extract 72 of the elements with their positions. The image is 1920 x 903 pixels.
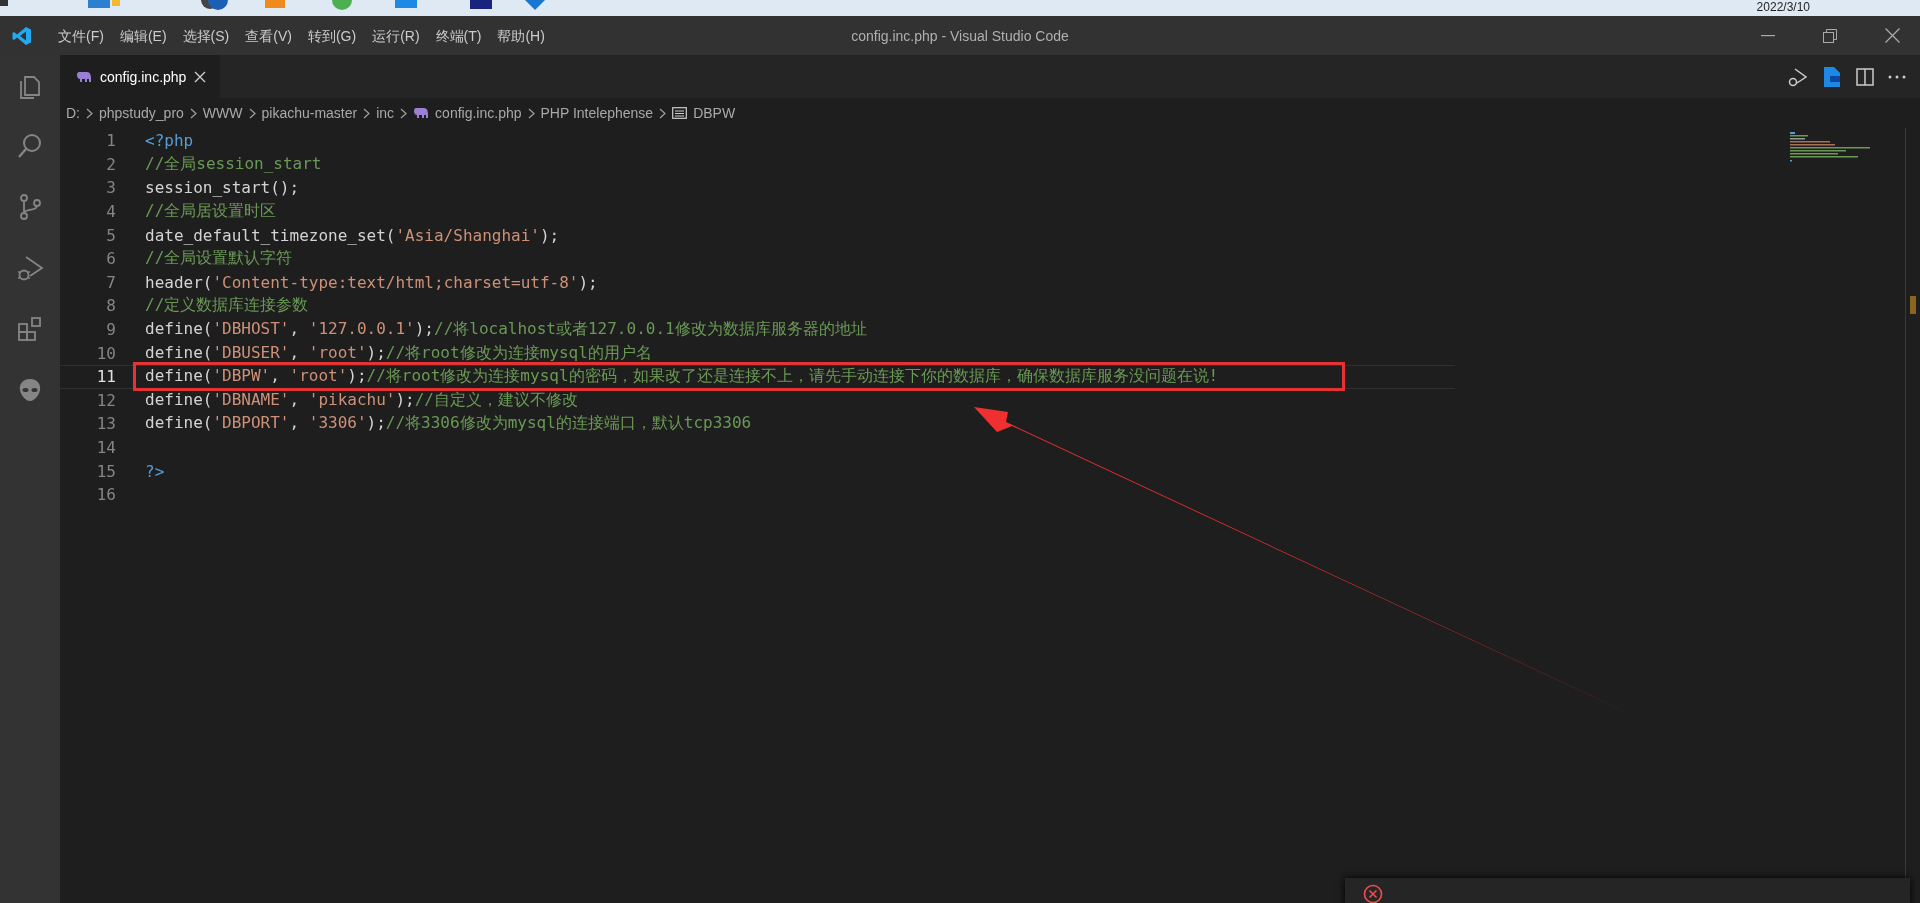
file-icon[interactable]	[1822, 65, 1842, 88]
line-number: 2	[105, 154, 117, 174]
menu-item[interactable]: 查看(V)	[237, 23, 300, 48]
code-line: //全局设置默认字符	[145, 248, 293, 270]
minimize-icon[interactable]	[1761, 34, 1775, 37]
elephant-icon	[76, 70, 92, 83]
close-icon[interactable]	[194, 70, 207, 83]
line-number: 1	[105, 131, 117, 151]
breadcrumb-item[interactable]: D:	[66, 105, 80, 121]
chevron-icon	[189, 107, 197, 119]
code-line: session_start();	[145, 178, 300, 198]
breadcrumb-item[interactable]: inc	[376, 105, 395, 121]
line-number: 15	[95, 461, 117, 481]
code-line: date_default_timezone_set('Asia/Shanghai');	[145, 225, 560, 245]
menu-item[interactable]: 编辑(E)	[111, 23, 175, 48]
code-line: //全局session_start	[145, 153, 322, 175]
line-number: 13	[95, 414, 117, 434]
code-line: //全局居设置时区	[145, 201, 277, 223]
menu-item[interactable]: 运行(R)	[364, 23, 428, 48]
line-number: 3	[105, 178, 117, 198]
breadcrumb-item[interactable]: PHP Intelephense	[540, 105, 654, 121]
code-editor-logo-icon	[12, 25, 32, 46]
error-icon	[1363, 884, 1383, 903]
search-icon[interactable]	[16, 132, 44, 160]
menu-item[interactable]: 文件(F)	[50, 23, 112, 48]
breadcrumb-item[interactable]: WWW	[202, 105, 243, 121]
code-line: header('Content-type:text/html;charset=utf-8');	[145, 272, 598, 292]
restore-icon[interactable]	[1823, 28, 1837, 43]
split-editor-icon[interactable]	[1856, 67, 1874, 86]
extensions-icon[interactable]	[16, 315, 44, 343]
line-number: 8	[105, 296, 117, 316]
line-number: 6	[105, 249, 117, 269]
line-number: 11	[95, 367, 117, 387]
chevron-icon	[86, 107, 93, 119]
code-line: define('DBNAME', 'pikachu');//自定义，建议不修改	[145, 389, 578, 411]
line-number: 5	[105, 225, 117, 245]
editor-tab[interactable]: config.inc.php	[60, 55, 221, 98]
breadcrumb-item[interactable]: phpstudy_pro	[99, 105, 184, 121]
line-number: 14	[95, 438, 117, 457]
breadcrumb-item[interactable]: DBPW	[693, 105, 736, 121]
breadcrumb-item[interactable]: pikachu-master	[261, 105, 358, 121]
chevron-icon	[248, 107, 256, 119]
line-number: 16	[95, 485, 117, 505]
window-title: config.inc.php - Visual Studio Code	[851, 27, 1069, 44]
line-number: 10	[95, 343, 117, 363]
line-number: 7	[105, 272, 117, 292]
line-number: 12	[95, 390, 117, 410]
chevron-icon	[363, 107, 371, 119]
elephant-icon	[413, 107, 430, 119]
line-number: 4	[105, 202, 117, 222]
code-line: //定义数据库连接参数	[145, 295, 309, 317]
menu-item[interactable]: 帮助(H)	[489, 23, 553, 48]
chevron-icon	[659, 107, 667, 119]
menu-item[interactable]: 选择(S)	[174, 23, 238, 48]
code-line: <?php	[145, 131, 194, 151]
more-icon[interactable]	[1888, 74, 1906, 79]
code-line: define('DBUSER', 'root');//将root修改为连接mysql的用户名	[145, 342, 652, 364]
run-debug-icon[interactable]	[1786, 65, 1808, 88]
symbol-icon	[672, 107, 688, 119]
menu-item[interactable]: 终端(T)	[427, 23, 490, 48]
code-line: define('DBPW', 'root');//将root修改为连接mysql的密码，如果改了还是连接不上，请先手动连接下你的数据库，确保数据库服务没问题在说!	[145, 366, 1219, 388]
close-icon[interactable]	[1885, 28, 1900, 43]
taskbar-date: 2022/3/10	[1756, 0, 1810, 14]
code-line: ?>	[145, 461, 165, 481]
chevron-icon	[527, 107, 535, 119]
scroll-marker	[1910, 296, 1916, 314]
code-line: define('DBPORT', '3306');//将3306修改为mysql的连接端口，默认tcp3306	[145, 413, 752, 435]
code-line: define('DBHOST', '127.0.0.1');//将localhost或者127.0.0.1修改为数据库服务器的地址	[145, 319, 867, 341]
breadcrumb-item[interactable]: config.inc.php	[435, 105, 522, 121]
chevron-icon	[400, 107, 408, 119]
line-number: 9	[105, 320, 117, 340]
menu-item[interactable]: 转到(G)	[299, 23, 365, 48]
